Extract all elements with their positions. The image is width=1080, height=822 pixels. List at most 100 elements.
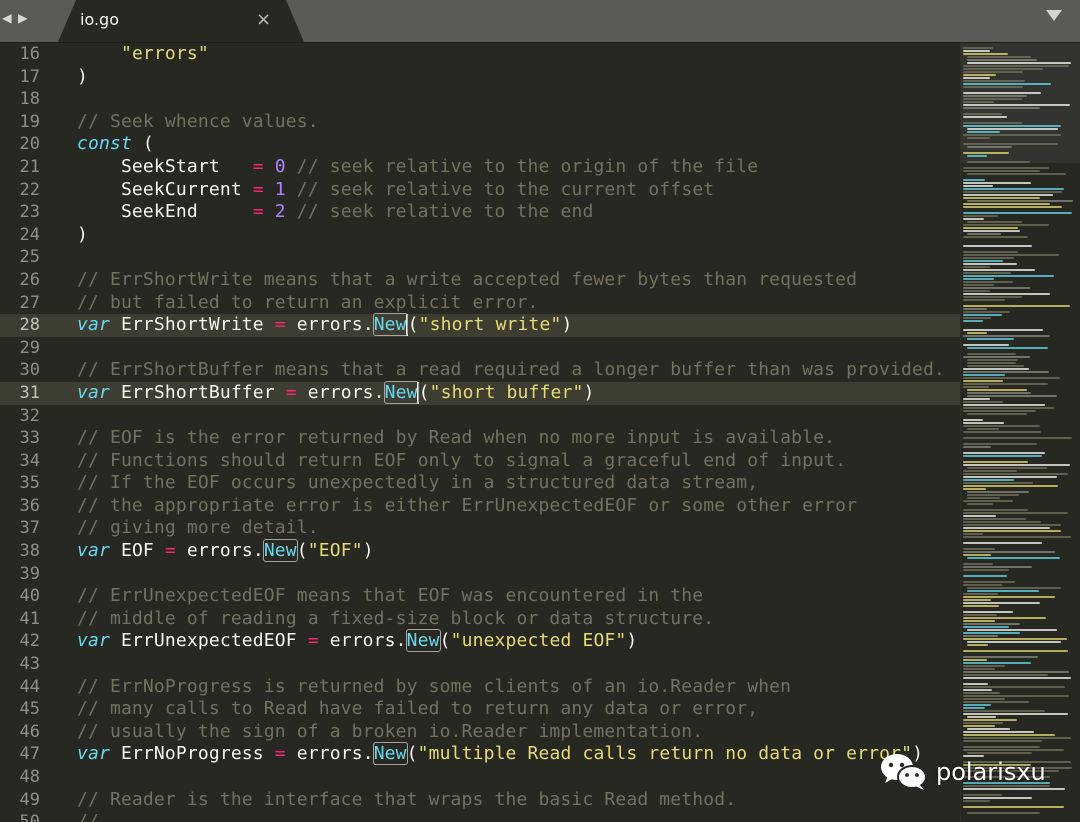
minimap-line	[963, 269, 1035, 271]
minimap-line	[963, 65, 1069, 67]
minimap-line	[967, 59, 1037, 61]
line-number: 38	[19, 541, 40, 562]
code-line[interactable]: 40 // ErrUnexpectedEOF means that EOF was…	[0, 585, 960, 608]
minimap-line	[967, 161, 1030, 163]
code-content[interactable]: // the appropriate error is either ErrUn…	[77, 495, 857, 518]
code-line[interactable]: 36 // the appropriate error is either Err…	[0, 495, 960, 518]
code-line[interactable]: 43	[0, 653, 960, 676]
watermark-text: polarisxu	[936, 758, 1046, 786]
minimap[interactable]	[960, 43, 1080, 822]
minimap-line	[963, 575, 1007, 577]
code-line[interactable]: 33 // EOF is the error returned by Read w…	[0, 427, 960, 450]
code-content[interactable]: const (	[77, 133, 154, 156]
code-line[interactable]: 19 // Seek whence values.	[0, 111, 960, 134]
code-line[interactable]: 23 SeekEnd = 2 // seek relative to the e…	[0, 201, 960, 224]
code-content[interactable]: // giving more detail.	[77, 517, 319, 540]
code-content[interactable]: // Reader is the interface that wraps th…	[77, 789, 736, 812]
code-content[interactable]: )	[77, 66, 88, 89]
code-content[interactable]: SeekStart = 0 // seek relative to the or…	[77, 156, 758, 179]
right-arrow-icon[interactable]: ▶	[18, 10, 28, 26]
code-content[interactable]: var EOF = errors.New("EOF")	[77, 539, 374, 563]
code-content[interactable]: "errors"	[77, 43, 209, 66]
code-line[interactable]: 26 // ErrShortWrite means that a write ac…	[0, 269, 960, 292]
minimap-line	[963, 455, 1042, 457]
minimap-line	[963, 194, 1053, 196]
code-content[interactable]: var ErrShortWrite = errors.New("short wr…	[77, 313, 573, 337]
code-line[interactable]: 20 const (	[0, 133, 960, 156]
minimap-line	[963, 284, 994, 286]
close-icon[interactable]: ×	[256, 9, 271, 30]
code-line[interactable]: 41 // middle of reading a fixed-size bloc…	[0, 608, 960, 631]
minimap-viewport[interactable]	[961, 43, 1080, 163]
code-line[interactable]: 24)	[0, 224, 960, 247]
code-content[interactable]: // middle of reading a fixed-size block …	[77, 608, 714, 631]
code-content[interactable]: // ErrShortWrite means that a write acce…	[77, 269, 857, 292]
code-line[interactable]: 34 // Functions should return EOF only to…	[0, 450, 960, 473]
code-content[interactable]: )	[77, 224, 88, 247]
minimap-line	[967, 497, 1000, 499]
code-content[interactable]: // If the EOF occurs unexpectedly in a s…	[77, 472, 758, 495]
line-number: 37	[19, 518, 40, 539]
code-line[interactable]: 42 var ErrUnexpectedEOF = errors.New("une…	[0, 629, 960, 653]
tab-io-go[interactable]: io.go ×	[58, 0, 304, 42]
code-line[interactable]: 46 // usually the sign of a broken io.Rea…	[0, 721, 960, 744]
code-line[interactable]: 30 // ErrShortBuffer means that a read re…	[0, 359, 960, 382]
code-content[interactable]: var ErrUnexpectedEOF = errors.New("unexp…	[77, 629, 637, 653]
code-line[interactable]: 37 // giving more detail.	[0, 517, 960, 540]
code-line[interactable]: 27 // but failed to return an explicit er…	[0, 292, 960, 315]
code-content[interactable]: // but failed to return an explicit erro…	[77, 292, 538, 315]
code-editor[interactable]: 16 "errors" 17) 18 19// Seek whence values.…	[0, 43, 960, 822]
left-arrow-icon[interactable]: ◀	[2, 10, 12, 26]
code-content[interactable]: SeekCurrent = 1 // seek relative to the …	[77, 179, 714, 202]
line-number: 24	[19, 224, 40, 245]
code-content[interactable]: var ErrNoProgress = errors.New("multiple…	[77, 742, 923, 766]
code-line[interactable]: 16 "errors"	[0, 43, 960, 66]
minimap-line	[963, 686, 1065, 688]
code-line[interactable]: 32	[0, 405, 960, 428]
line-number: 40	[19, 586, 40, 607]
code-line[interactable]: 49 // Reader is the interface that wraps …	[0, 789, 960, 812]
code-content[interactable]: // ErrNoProgress is returned by some cli…	[77, 676, 791, 699]
code-line[interactable]: 39	[0, 563, 960, 586]
comment-token: // but failed to return an explicit erro…	[77, 291, 539, 313]
code-content[interactable]: // ErrUnexpectedEOF means that EOF was e…	[77, 585, 703, 608]
code-line[interactable]: 50 //	[0, 811, 960, 822]
code-text: errors.	[318, 630, 407, 652]
minimap-line	[963, 731, 1034, 733]
minimap-line	[967, 467, 1047, 469]
code-content[interactable]: SeekEnd = 2 // seek relative to the end	[77, 201, 593, 224]
code-content[interactable]: // ErrShortBuffer means that a read requ…	[77, 359, 945, 382]
code-content[interactable]: var ErrShortBuffer = errors.New("short b…	[77, 380, 594, 405]
minimap-line	[963, 206, 1062, 208]
code-line[interactable]: 44 // ErrNoProgress is returned by some c…	[0, 676, 960, 699]
code-line[interactable]: 18	[0, 88, 960, 111]
code-line[interactable]: 31 var ErrShortBuffer = errors.New("short…	[0, 380, 960, 405]
tab-title[interactable]: io.go	[80, 10, 119, 29]
code-line[interactable]: 38 var EOF = errors.New("EOF")	[0, 539, 960, 563]
code-text: )	[362, 540, 374, 562]
code-line[interactable]: 22 SeekCurrent = 1 // seek relative to t…	[0, 179, 960, 202]
chevron-down-icon[interactable]	[1046, 10, 1062, 21]
number-token: 0	[274, 155, 286, 177]
minimap-line	[963, 278, 994, 280]
code-content[interactable]: // many calls to Read have failed to ret…	[77, 698, 758, 721]
code-content[interactable]: //	[77, 811, 99, 822]
minimap-line	[963, 737, 1071, 739]
minimap-line	[967, 200, 1073, 202]
code-line[interactable]: 47 var ErrNoProgress = errors.New("multip…	[0, 742, 960, 766]
code-content[interactable]: // EOF is the error returned by Read whe…	[77, 427, 835, 450]
code-line[interactable]: 21 SeekStart = 0 // seek relative to the…	[0, 156, 960, 179]
minimap-line	[963, 551, 1055, 553]
code-line[interactable]: 25	[0, 246, 960, 269]
code-line[interactable]: 29	[0, 337, 960, 360]
code-line[interactable]: 45 // many calls to Read have failed to r…	[0, 698, 960, 721]
code-content[interactable]: // usually the sign of a broken io.Reade…	[77, 721, 703, 744]
code-line[interactable]: 17)	[0, 66, 960, 89]
code-content[interactable]: // Functions should return EOF only to s…	[77, 450, 846, 473]
code-line[interactable]: 35 // If the EOF occurs unexpectedly in a…	[0, 472, 960, 495]
code-line[interactable]: 48	[0, 766, 960, 789]
code-line[interactable]: 28 var ErrShortWrite = errors.New("short …	[0, 313, 960, 337]
code-content[interactable]: // Seek whence values.	[77, 111, 319, 134]
